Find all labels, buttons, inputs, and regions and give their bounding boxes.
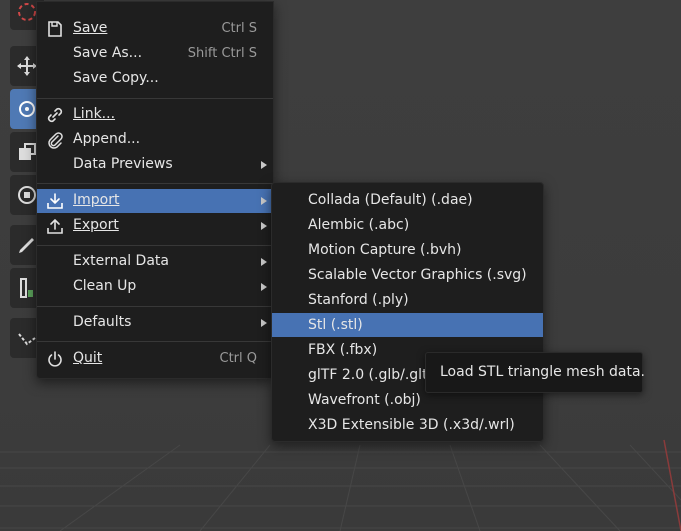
- submenu-arrow-icon: [261, 258, 267, 266]
- menu-item-import-label: Import: [73, 192, 120, 208]
- menu-separator: [37, 341, 273, 342]
- menu-item-external-data-label: External Data: [73, 253, 169, 269]
- submenu-arrow-icon: [261, 161, 267, 169]
- import-x3d-label: X3D Extensible 3D (.x3d/.wrl): [308, 417, 515, 433]
- menu-separator: [37, 306, 273, 307]
- import-stl-label: Stl (.stl): [308, 317, 363, 333]
- menu-item-save-shortcut: Ctrl S: [221, 21, 257, 36]
- submenu-arrow-icon: [261, 319, 267, 327]
- menu-item-append-label: Append...: [73, 131, 141, 147]
- menu-separator: [37, 245, 273, 246]
- submenu-arrow-icon: [261, 222, 267, 230]
- import-icon: [47, 193, 63, 209]
- menu-item-clean-up-label: Clean Up: [73, 278, 137, 294]
- menu-item-data-previews-label: Data Previews: [73, 156, 173, 172]
- file-menu: Save Ctrl S Save As... Shift Ctrl S Save…: [36, 1, 274, 379]
- import-motion-capture[interactable]: Motion Capture (.bvh): [272, 238, 543, 262]
- import-bvh-label: Motion Capture (.bvh): [308, 242, 462, 258]
- import-fbx-label: FBX (.fbx): [308, 342, 378, 358]
- export-icon: [47, 218, 63, 234]
- menu-item-clean-up[interactable]: Clean Up: [37, 275, 273, 299]
- menu-item-data-previews[interactable]: Data Previews: [37, 153, 273, 177]
- menu-item-append[interactable]: Append...: [37, 128, 273, 152]
- import-ply-label: Stanford (.ply): [308, 292, 409, 308]
- menu-item-import[interactable]: Import: [37, 189, 273, 213]
- import-collada[interactable]: Collada (Default) (.dae): [272, 188, 543, 212]
- save-icon: [48, 21, 62, 37]
- menu-item-link[interactable]: Link...: [37, 103, 273, 127]
- menu-item-save-copy[interactable]: Save Copy...: [37, 67, 273, 91]
- import-svg-label: Scalable Vector Graphics (.svg): [308, 267, 527, 283]
- link-icon: [47, 107, 63, 123]
- menu-item-export[interactable]: Export: [37, 214, 273, 238]
- menu-item-export-label: Export: [73, 217, 119, 233]
- import-stl[interactable]: Stl (.stl): [272, 313, 543, 337]
- menu-item-defaults[interactable]: Defaults: [37, 311, 273, 335]
- menu-item-save-as-shortcut: Shift Ctrl S: [187, 46, 257, 61]
- menu-item-external-data[interactable]: External Data: [37, 250, 273, 274]
- import-collada-label: Collada (Default) (.dae): [308, 192, 473, 208]
- submenu-arrow-icon: [261, 283, 267, 291]
- menu-item-save-copy-label: Save Copy...: [73, 70, 159, 86]
- menu-separator: [37, 98, 273, 99]
- import-gltf-label: glTF 2.0 (.glb/.gltf): [308, 367, 438, 383]
- menu-item-save-label: Save: [73, 20, 108, 36]
- import-svg[interactable]: Scalable Vector Graphics (.svg): [272, 263, 543, 287]
- tooltip: Load STL triangle mesh data.: [425, 352, 646, 393]
- menu-item-defaults-label: Defaults: [73, 314, 132, 330]
- power-icon: [48, 351, 62, 367]
- menu-item-quit-label: Quit: [73, 350, 103, 366]
- import-alembic-label: Alembic (.abc): [308, 217, 410, 233]
- import-alembic[interactable]: Alembic (.abc): [272, 213, 543, 237]
- menu-item-quit-shortcut: Ctrl Q: [219, 351, 258, 366]
- paperclip-icon: [48, 132, 63, 149]
- import-submenu: Collada (Default) (.dae) Alembic (.abc) …: [271, 182, 544, 442]
- menu-item-save-as[interactable]: Save As... Shift Ctrl S: [37, 42, 273, 66]
- menu-separator: [37, 183, 273, 184]
- import-x3d[interactable]: X3D Extensible 3D (.x3d/.wrl): [272, 413, 543, 437]
- menu-item-save-as-label: Save As...: [73, 45, 143, 61]
- tooltip-text: Load STL triangle mesh data.: [440, 364, 646, 380]
- menu-item-save[interactable]: Save Ctrl S: [37, 17, 273, 41]
- menu-item-link-label: Link...: [73, 106, 116, 122]
- menu-item-quit[interactable]: Quit Ctrl Q: [37, 347, 273, 371]
- import-stanford[interactable]: Stanford (.ply): [272, 288, 543, 312]
- import-obj-label: Wavefront (.obj): [308, 392, 421, 408]
- submenu-arrow-icon: [261, 197, 267, 205]
